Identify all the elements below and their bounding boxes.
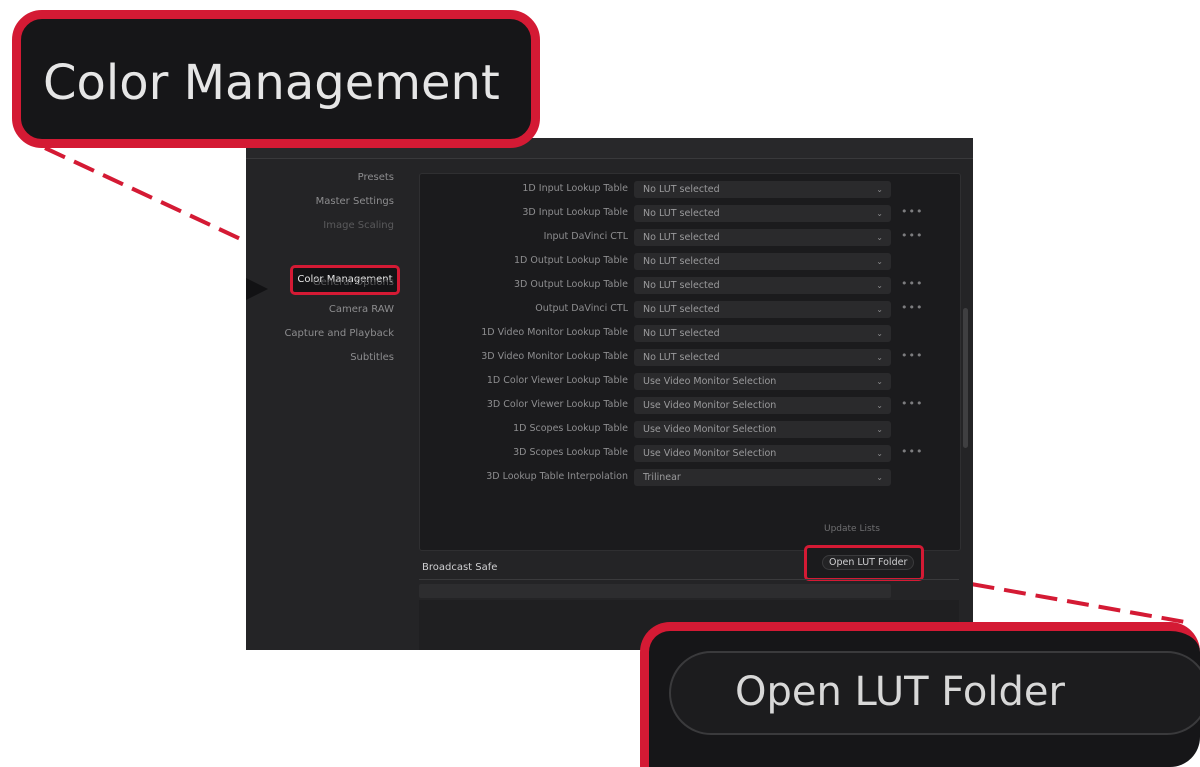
lut-select[interactable]: No LUT selected ⌄ bbox=[634, 325, 891, 342]
lut-select-value: No LUT selected bbox=[643, 256, 720, 267]
preferences-window: Presets Master Settings Image Scaling Co… bbox=[246, 138, 973, 650]
lut-select-value: No LUT selected bbox=[643, 232, 720, 243]
lut-row-label: 3D Lookup Table Interpolation bbox=[486, 471, 628, 482]
lut-select-value: No LUT selected bbox=[643, 352, 720, 363]
lut-select-value: Trilinear bbox=[643, 472, 681, 483]
lut-select-value: Use Video Monitor Selection bbox=[643, 400, 777, 411]
lut-row: 1D Color Viewer Lookup Table Use Video Mo… bbox=[420, 372, 960, 392]
sidebar-item-camera-raw[interactable]: Camera RAW bbox=[329, 300, 394, 320]
lut-select[interactable]: No LUT selected ⌄ bbox=[634, 349, 891, 366]
more-options-icon[interactable]: ••• bbox=[901, 397, 923, 410]
sidebar-item-master-settings[interactable]: Master Settings bbox=[316, 192, 394, 212]
lut-select-value: No LUT selected bbox=[643, 328, 720, 339]
lut-row-label: 3D Color Viewer Lookup Table bbox=[486, 399, 628, 410]
lut-settings-panel: 1D Input Lookup Table No LUT selected ⌄ 3D … bbox=[419, 173, 961, 581]
more-options-icon[interactable]: ••• bbox=[901, 445, 923, 458]
open-lut-folder-zoomed-button: Open LUT Folder bbox=[669, 651, 1200, 735]
lut-row-label: 1D Video Monitor Lookup Table bbox=[481, 327, 628, 338]
lut-row: 1D Video Monitor Lookup Table No LUT sele… bbox=[420, 324, 960, 344]
lut-row-label: 3D Input Lookup Table bbox=[522, 207, 628, 218]
chevron-down-icon: ⌄ bbox=[876, 185, 883, 194]
chevron-down-icon: ⌄ bbox=[876, 281, 883, 290]
lut-row: 3D Video Monitor Lookup Table No LUT sele… bbox=[420, 348, 960, 368]
sidebar-item-general-options[interactable]: General Options bbox=[313, 273, 394, 293]
divider bbox=[419, 579, 959, 580]
callout-open-lut-folder: Open LUT Folder bbox=[640, 622, 1200, 767]
lut-row: Input DaVinci CTL No LUT selected ⌄ ••• bbox=[420, 228, 960, 248]
more-options-icon[interactable]: ••• bbox=[901, 277, 923, 290]
lut-select-value: Use Video Monitor Selection bbox=[643, 424, 777, 435]
chevron-down-icon: ⌄ bbox=[876, 473, 883, 482]
lut-select[interactable]: No LUT selected ⌄ bbox=[634, 277, 891, 294]
lut-row-label: 3D Scopes Lookup Table bbox=[513, 447, 628, 458]
broadcast-safe-field[interactable] bbox=[419, 584, 891, 598]
callout-color-management-label: Color Management bbox=[43, 55, 500, 111]
sidebar: Presets Master Settings Image Scaling Co… bbox=[246, 168, 406, 428]
lut-select-value: Use Video Monitor Selection bbox=[643, 448, 777, 459]
chevron-down-icon: ⌄ bbox=[876, 377, 883, 386]
sidebar-item-subtitles[interactable]: Subtitles bbox=[350, 348, 394, 368]
lut-row: 3D Scopes Lookup Table Use Video Monitor … bbox=[420, 444, 960, 464]
more-options-icon[interactable]: ••• bbox=[901, 205, 923, 218]
lut-select[interactable]: Use Video Monitor Selection ⌄ bbox=[634, 445, 891, 462]
open-lut-folder-highlight: Open LUT Folder bbox=[804, 545, 924, 581]
lut-row: 1D Input Lookup Table No LUT selected ⌄ bbox=[420, 180, 960, 200]
callout-color-management: Color Management bbox=[12, 10, 540, 148]
chevron-down-icon: ⌄ bbox=[876, 209, 883, 218]
sidebar-item-presets[interactable]: Presets bbox=[358, 168, 394, 188]
lut-select[interactable]: No LUT selected ⌄ bbox=[634, 229, 891, 246]
lut-row-label: 1D Input Lookup Table bbox=[522, 183, 628, 194]
lut-row: 1D Output Lookup Table No LUT selected ⌄ bbox=[420, 252, 960, 272]
lut-row-label: 3D Output Lookup Table bbox=[514, 279, 628, 290]
lut-select[interactable]: Use Video Monitor Selection ⌄ bbox=[634, 397, 891, 414]
lut-select[interactable]: No LUT selected ⌄ bbox=[634, 205, 891, 222]
chevron-down-icon: ⌄ bbox=[876, 401, 883, 410]
chevron-down-icon: ⌄ bbox=[876, 233, 883, 242]
active-item-marker bbox=[246, 278, 268, 300]
scrollbar[interactable] bbox=[963, 308, 968, 448]
lut-row-label: Input DaVinci CTL bbox=[543, 231, 628, 242]
update-lists-button[interactable]: Update Lists bbox=[824, 524, 880, 534]
lut-select[interactable]: Use Video Monitor Selection ⌄ bbox=[634, 373, 891, 390]
lut-select[interactable]: No LUT selected ⌄ bbox=[634, 301, 891, 318]
lut-row: Output DaVinci CTL No LUT selected ⌄ ••• bbox=[420, 300, 960, 320]
lut-select-value: Use Video Monitor Selection bbox=[643, 376, 777, 387]
more-options-icon[interactable]: ••• bbox=[901, 229, 923, 242]
chevron-down-icon: ⌄ bbox=[876, 329, 883, 338]
broadcast-safe-title: Broadcast Safe bbox=[422, 562, 498, 573]
chevron-down-icon: ⌄ bbox=[876, 257, 883, 266]
sidebar-item-capture-playback[interactable]: Capture and Playback bbox=[284, 324, 394, 344]
lut-select-value: No LUT selected bbox=[643, 184, 720, 195]
chevron-down-icon: ⌄ bbox=[876, 305, 883, 314]
lut-row: 1D Scopes Lookup Table Use Video Monitor … bbox=[420, 420, 960, 440]
lut-row-label: 1D Color Viewer Lookup Table bbox=[486, 375, 628, 386]
lut-row-label: 1D Scopes Lookup Table bbox=[513, 423, 628, 434]
lut-row: 3D Input Lookup Table No LUT selected ⌄ ••• bbox=[420, 204, 960, 224]
lut-select[interactable]: No LUT selected ⌄ bbox=[634, 253, 891, 270]
chevron-down-icon: ⌄ bbox=[876, 425, 883, 434]
more-options-icon[interactable]: ••• bbox=[901, 301, 923, 314]
lut-select-value: No LUT selected bbox=[643, 208, 720, 219]
callout-open-lut-folder-label: Open LUT Folder bbox=[735, 669, 1065, 715]
sidebar-item-image-scaling[interactable]: Image Scaling bbox=[323, 216, 394, 236]
chevron-down-icon: ⌄ bbox=[876, 353, 883, 362]
lut-select[interactable]: No LUT selected ⌄ bbox=[634, 181, 891, 198]
lut-select-value: No LUT selected bbox=[643, 280, 720, 291]
chevron-down-icon: ⌄ bbox=[876, 449, 883, 458]
lut-row-label: Output DaVinci CTL bbox=[535, 303, 628, 314]
lut-select[interactable]: Use Video Monitor Selection ⌄ bbox=[634, 421, 891, 438]
lut-row-label: 3D Video Monitor Lookup Table bbox=[481, 351, 628, 362]
open-lut-folder-button[interactable]: Open LUT Folder bbox=[822, 555, 915, 570]
more-options-icon[interactable]: ••• bbox=[901, 349, 923, 362]
lut-row-label: 1D Output Lookup Table bbox=[514, 255, 628, 266]
lut-row: 3D Color Viewer Lookup Table Use Video Mo… bbox=[420, 396, 960, 416]
lut-row: 3D Lookup Table Interpolation Trilinear ⌄ bbox=[420, 468, 960, 488]
lut-select[interactable]: Trilinear ⌄ bbox=[634, 469, 891, 486]
lut-row: 3D Output Lookup Table No LUT selected ⌄ ••… bbox=[420, 276, 960, 296]
lut-select-value: No LUT selected bbox=[643, 304, 720, 315]
